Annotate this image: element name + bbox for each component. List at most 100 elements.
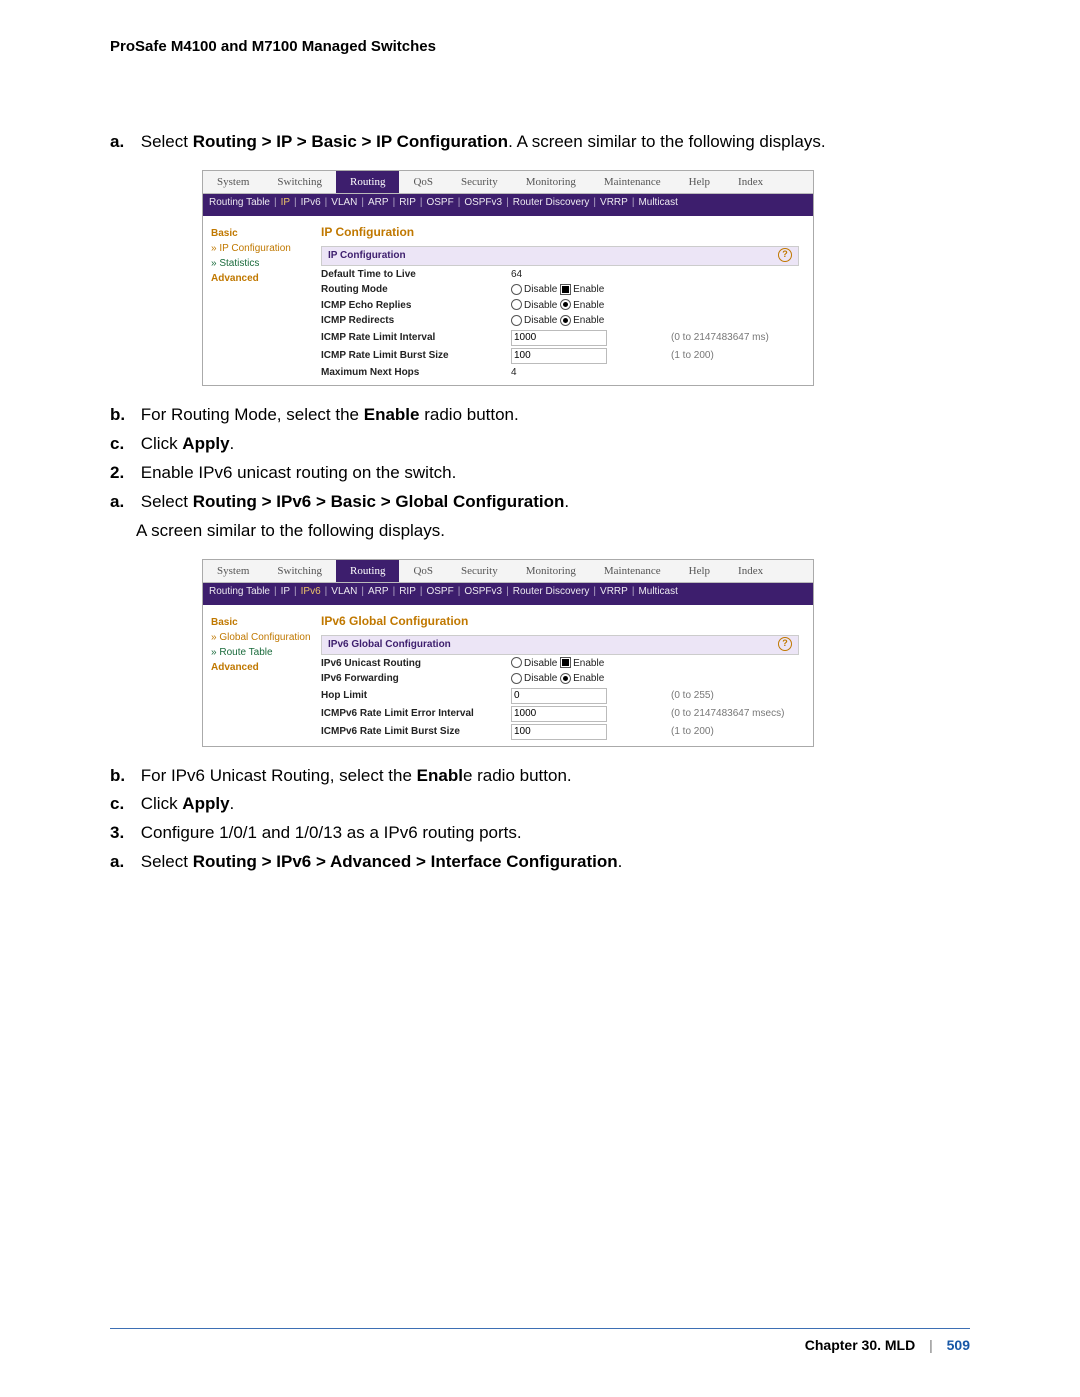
routing-mode-disable[interactable] bbox=[511, 284, 522, 295]
page-footer: Chapter 30. MLD | 509 bbox=[110, 1328, 970, 1353]
input-icmpv6-interval[interactable] bbox=[511, 706, 607, 722]
help-icon-2[interactable]: ? bbox=[778, 637, 792, 651]
sidebar-basic[interactable]: Basic bbox=[211, 226, 311, 241]
subtab-vlan[interactable]: VLAN bbox=[331, 196, 357, 214]
step-2c: c. Click Apply. bbox=[110, 793, 970, 816]
unicast-enable[interactable] bbox=[560, 657, 571, 668]
sidebar-2: Basic » Global Configuration » Route Tab… bbox=[203, 605, 315, 746]
lbl-disable5: Disable bbox=[524, 673, 557, 684]
step-1c: c. Click Apply. bbox=[110, 433, 970, 456]
subtab-rd[interactable]: Router Discovery bbox=[513, 196, 590, 214]
tab-security-2[interactable]: Security bbox=[447, 560, 512, 582]
subtab2-ip[interactable]: IP bbox=[281, 585, 290, 603]
help-icon[interactable]: ? bbox=[778, 248, 792, 262]
step-1b: b. For Routing Mode, select the Enable r… bbox=[110, 404, 970, 427]
subtab2-ipv6[interactable]: IPv6 bbox=[301, 585, 321, 603]
marker-2: 2. bbox=[110, 462, 136, 485]
subtab2-ospfv3[interactable]: OSPFv3 bbox=[464, 585, 502, 603]
tab-switching-2[interactable]: Switching bbox=[263, 560, 336, 582]
routing-mode-enable[interactable] bbox=[560, 284, 571, 295]
footer-sep: | bbox=[929, 1337, 933, 1353]
subtab-arp[interactable]: ARP bbox=[368, 196, 389, 214]
forwarding-enable[interactable] bbox=[560, 673, 571, 684]
sidebar-advanced[interactable]: Advanced bbox=[211, 271, 311, 286]
subtab2-mc[interactable]: Multicast bbox=[638, 585, 677, 603]
step-1b-pre: For Routing Mode, select the bbox=[141, 405, 364, 424]
step-1c-pre: Click bbox=[141, 434, 183, 453]
tab-index-2[interactable]: Index bbox=[724, 560, 777, 582]
input-icmpv6-burst[interactable] bbox=[511, 724, 607, 740]
sidebar2-basic[interactable]: Basic bbox=[211, 615, 311, 630]
sidebar2-global[interactable]: » Global Configuration bbox=[211, 630, 311, 645]
step-1a-post: . A screen similar to the following disp… bbox=[508, 132, 825, 151]
forwarding-disable[interactable] bbox=[511, 673, 522, 684]
tab-routing[interactable]: Routing bbox=[336, 171, 399, 193]
subtab2-rip[interactable]: RIP bbox=[399, 585, 416, 603]
tab-monitoring[interactable]: Monitoring bbox=[512, 171, 590, 193]
row-routing-mode: Routing Mode Disable Enable bbox=[321, 283, 799, 297]
subtab-mc[interactable]: Multicast bbox=[638, 196, 677, 214]
subtab-routingtable[interactable]: Routing Table bbox=[209, 196, 270, 214]
unicast-disable[interactable] bbox=[511, 657, 522, 668]
tab-help[interactable]: Help bbox=[675, 171, 724, 193]
subtab-vrrp[interactable]: VRRP bbox=[600, 196, 628, 214]
subtab-rip[interactable]: RIP bbox=[399, 196, 416, 214]
icmp-echo-enable[interactable] bbox=[560, 299, 571, 310]
step-2b-bold: Enabl bbox=[417, 766, 463, 785]
subtab2-ospf[interactable]: OSPF bbox=[426, 585, 453, 603]
row-max-next-hops: Maximum Next Hops 4 bbox=[321, 366, 799, 380]
lbl-disable: Disable bbox=[524, 284, 557, 295]
step-3a-post: . bbox=[618, 852, 623, 871]
tab-security[interactable]: Security bbox=[447, 171, 512, 193]
marker-3a: a. bbox=[110, 851, 136, 874]
label-routing-mode: Routing Mode bbox=[321, 283, 511, 297]
sub-tabs-2: Routing Table| IP| IPv6| VLAN| ARP| RIP|… bbox=[203, 583, 813, 605]
subtab-ospf[interactable]: OSPF bbox=[426, 196, 453, 214]
marker-1c: c. bbox=[110, 433, 136, 456]
input-icmp-interval[interactable] bbox=[511, 330, 607, 346]
tab-help-2[interactable]: Help bbox=[675, 560, 724, 582]
tab-system[interactable]: System bbox=[203, 171, 263, 193]
label-ttl: Default Time to Live bbox=[321, 268, 511, 282]
tab-monitoring-2[interactable]: Monitoring bbox=[512, 560, 590, 582]
step-2b-pre: For IPv6 Unicast Routing, select the bbox=[141, 766, 417, 785]
tab-qos-2[interactable]: QoS bbox=[399, 560, 447, 582]
subtab2-rd[interactable]: Router Discovery bbox=[513, 585, 590, 603]
subtab2-vlan[interactable]: VLAN bbox=[331, 585, 357, 603]
tab-routing-2[interactable]: Routing bbox=[336, 560, 399, 582]
tab-system-2[interactable]: System bbox=[203, 560, 263, 582]
input-hop-limit[interactable] bbox=[511, 688, 607, 704]
tab-qos[interactable]: QoS bbox=[399, 171, 447, 193]
sub-tabs: Routing Table| IP| IPv6| VLAN| ARP| RIP|… bbox=[203, 194, 813, 216]
icmp-redir-disable[interactable] bbox=[511, 315, 522, 326]
sidebar-ipconfig[interactable]: » IP Configuration bbox=[211, 241, 311, 256]
step-3a: a. Select Routing > IPv6 > Advanced > In… bbox=[110, 851, 970, 874]
hint-icmpv6-interval: (0 to 2147483647 msecs) bbox=[671, 707, 784, 721]
icmp-echo-disable[interactable] bbox=[511, 299, 522, 310]
sidebar: Basic » IP Configuration » Statistics Ad… bbox=[203, 216, 315, 385]
tab-switching[interactable]: Switching bbox=[263, 171, 336, 193]
sidebar2-advanced[interactable]: Advanced bbox=[211, 660, 311, 675]
tab-maintenance-2[interactable]: Maintenance bbox=[590, 560, 675, 582]
sidebar2-routetable[interactable]: » Route Table bbox=[211, 645, 311, 660]
marker-1b: b. bbox=[110, 404, 136, 427]
sidebar-statistics[interactable]: » Statistics bbox=[211, 256, 311, 271]
val-ttl: 64 bbox=[511, 268, 671, 282]
subtab-ipv6[interactable]: IPv6 bbox=[301, 196, 321, 214]
row-icmp-interval: ICMP Rate Limit Interval (0 to 214748364… bbox=[321, 330, 799, 346]
step-2: 2. Enable IPv6 unicast routing on the sw… bbox=[110, 462, 970, 485]
subtab2-vrrp[interactable]: VRRP bbox=[600, 585, 628, 603]
panel-title: IP Configuration bbox=[321, 224, 799, 240]
input-icmp-burst[interactable] bbox=[511, 348, 607, 364]
subtab-ospfv3[interactable]: OSPFv3 bbox=[464, 196, 502, 214]
subtab2-arp[interactable]: ARP bbox=[368, 585, 389, 603]
marker-1a: a. bbox=[110, 131, 136, 154]
screenshot-ip-config: System Switching Routing QoS Security Mo… bbox=[202, 170, 814, 386]
step-3a-pre: Select bbox=[141, 852, 193, 871]
tab-index[interactable]: Index bbox=[724, 171, 777, 193]
tab-maintenance[interactable]: Maintenance bbox=[590, 171, 675, 193]
subtab2-routingtable[interactable]: Routing Table bbox=[209, 585, 270, 603]
icmp-redir-enable[interactable] bbox=[560, 315, 571, 326]
subtab-ip[interactable]: IP bbox=[281, 196, 290, 214]
label-hop-limit: Hop Limit bbox=[321, 689, 511, 703]
